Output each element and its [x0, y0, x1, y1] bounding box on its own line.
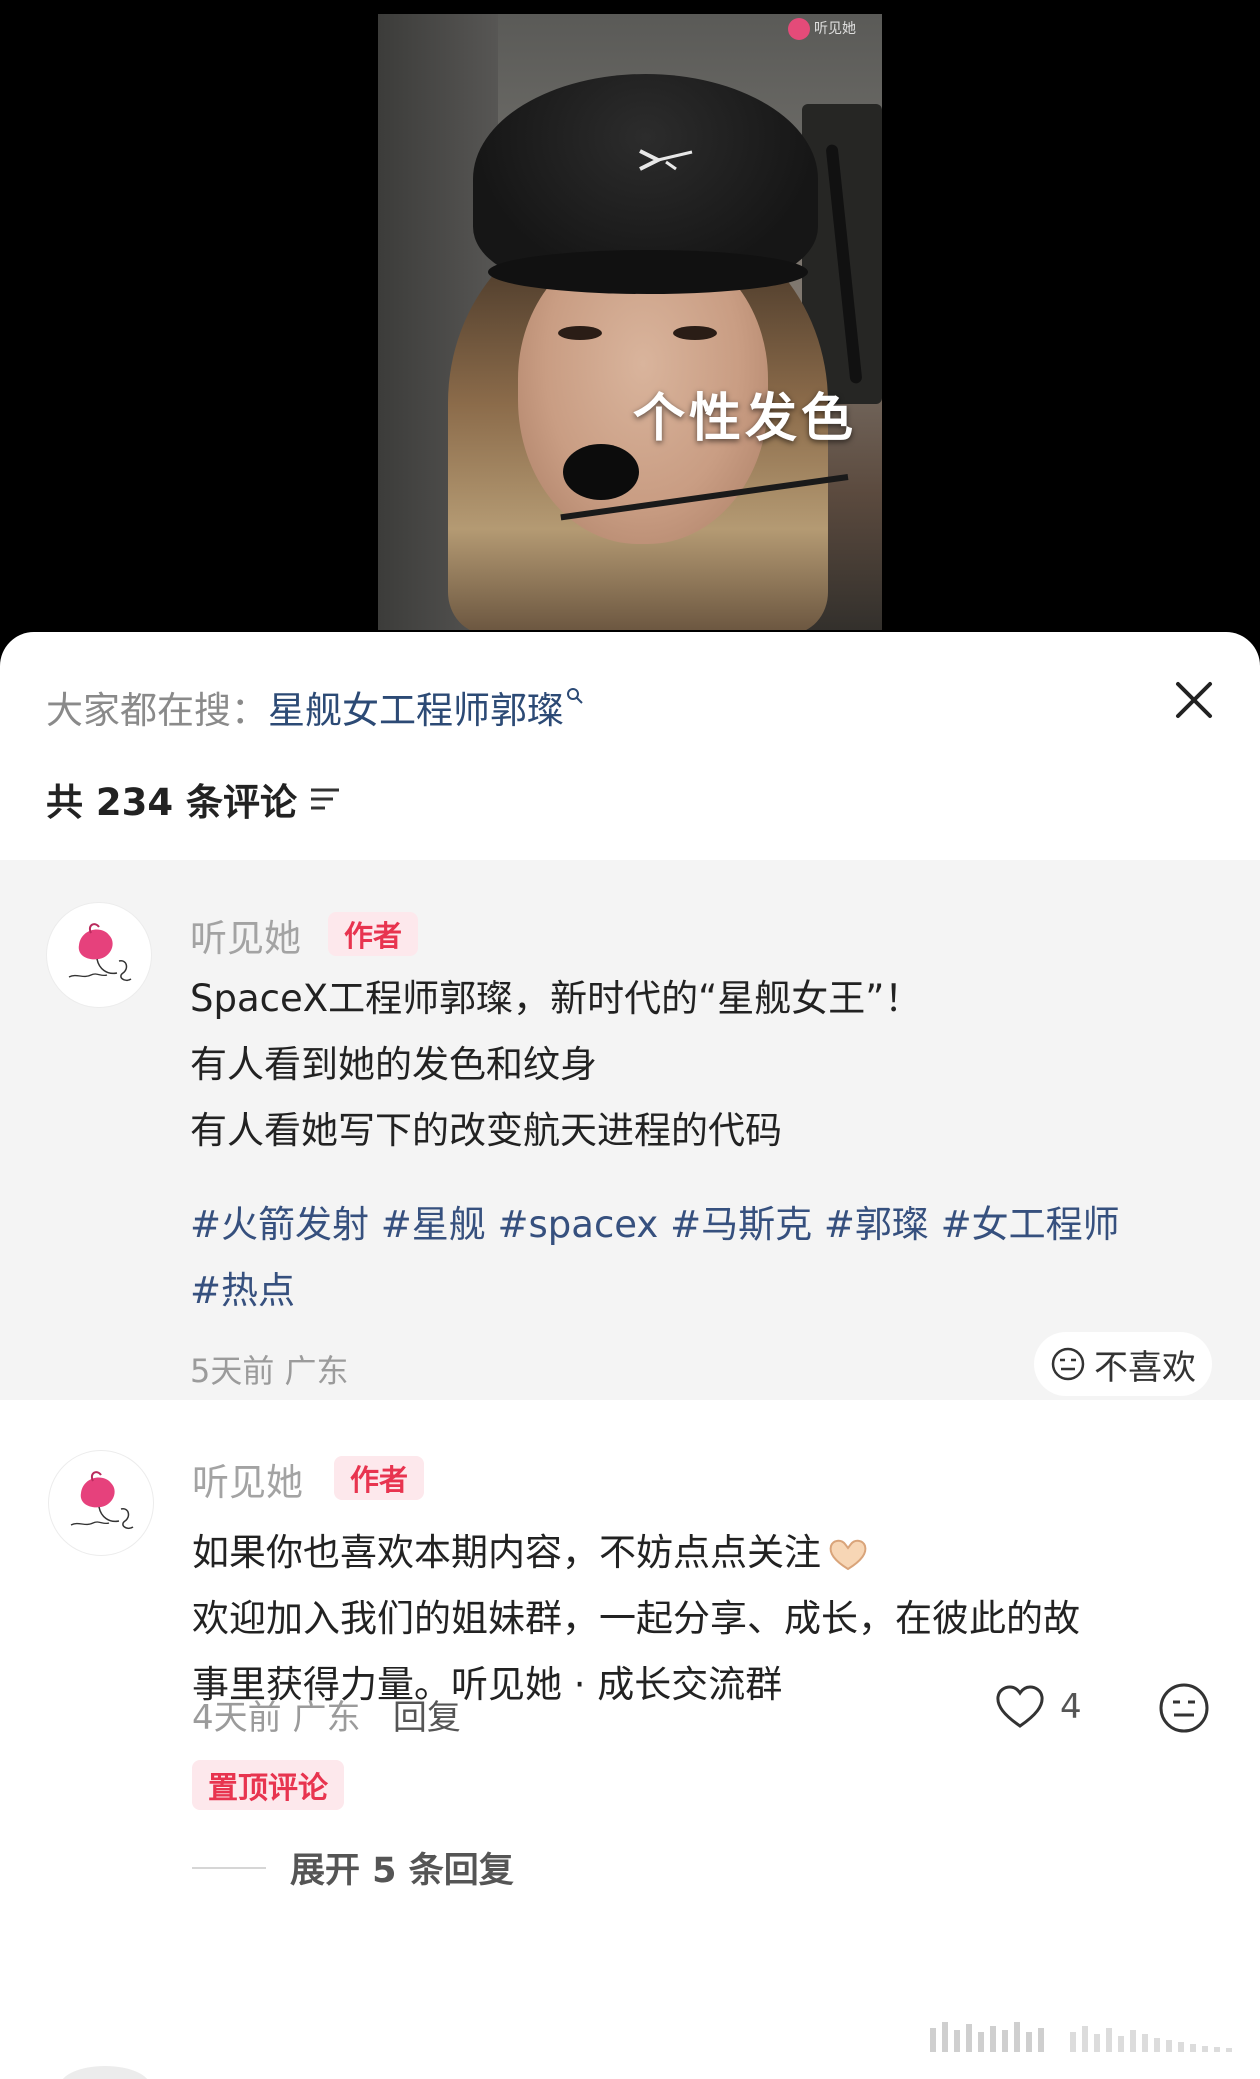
reply-button[interactable]: 回复 [393, 1698, 461, 1738]
sort-icon[interactable] [309, 784, 343, 814]
author-badge: 作者 [328, 912, 419, 956]
comment-text-line: 如果你也喜欢本期内容，不妨点点关注 [192, 1522, 871, 1576]
post-text-line: 有人看到她的发色和纹身 [190, 1043, 597, 1086]
post-meta: 5天前 广东 [190, 1346, 349, 1392]
video-subject-eye [673, 326, 717, 340]
rose-logo-icon [70, 1471, 134, 1530]
video-subject-eye [558, 326, 602, 340]
comment-text: 如果你也喜欢本期内容，不妨点点关注 [192, 1531, 821, 1574]
comment-location: 广东 [292, 1698, 361, 1738]
avatar[interactable] [46, 902, 152, 1008]
heart-hands-emoji [829, 1539, 867, 1570]
expand-replies-button[interactable]: 展开 5 条回复 [192, 1842, 514, 1893]
avatar[interactable] [48, 1450, 154, 1556]
pinned-comment: 听见她 作者 如果你也喜欢本期内容，不妨点点关注 欢迎加入我们的姐妹群，一起分享… [0, 1432, 1260, 2072]
like-button[interactable]: 4 [994, 1684, 1082, 1730]
post-hashtags[interactable]: #热点 [190, 1260, 295, 1314]
post-hashtags[interactable]: #火箭发射 #星舰 #spacex #马斯克 #郭璨 #女工程师 [190, 1194, 1120, 1248]
comments-sheet: 大家都在搜： 星舰女工程师郭璨 共 234 条评论 听见她 作者 SpaceX工… [0, 632, 1260, 2079]
post-text-line: 有人看她写下的改变航天进程的代码 [190, 1109, 782, 1152]
post-text-line: SpaceX工程师郭璨，新时代的“星舰女王”！ [190, 977, 922, 1020]
comment-time: 4天前 [192, 1698, 282, 1738]
comment-text-line: 欢迎加入我们的姐妹群，一起分享、成长，在彼此的故 [192, 1597, 1080, 1640]
author-post: 听见她 作者 SpaceX工程师郭璨，新时代的“星舰女王”！ 有人看到她的发色和… [0, 860, 1260, 1400]
heart-icon [996, 1685, 1044, 1728]
dislike-face-icon [1051, 1347, 1085, 1381]
video-area: 个性发色 听见她 [0, 0, 1260, 660]
trending-search-prefix: 大家都在搜： [46, 689, 268, 732]
video-player[interactable]: 个性发色 听见她 [378, 14, 882, 630]
trending-search[interactable]: 大家都在搜： 星舰女工程师郭璨 [46, 682, 584, 732]
bottom-watermark [930, 2022, 1232, 2052]
search-icon [567, 688, 583, 704]
comment-count-header[interactable]: 共 234 条评论 [46, 772, 343, 826]
rose-logo-icon [68, 923, 132, 982]
post-time: 5天前 [190, 1352, 275, 1390]
spacex-logo [639, 149, 693, 171]
close-icon [1176, 682, 1212, 718]
watermark-text: 听见她 [814, 21, 856, 37]
watermark-logo-icon [788, 18, 810, 40]
expand-replies-label: 展开 5 条回复 [290, 1851, 514, 1891]
video-subject-mic [563, 444, 639, 500]
comment-meta: 4天前 广东 回复 [192, 1690, 461, 1739]
dislike-face-icon[interactable] [1158, 1682, 1210, 1734]
close-button[interactable] [1166, 672, 1222, 728]
video-subject-cap-brim [488, 250, 808, 294]
dislike-label: 不喜欢 [1094, 1347, 1196, 1388]
divider [192, 1866, 266, 1869]
like-count: 4 [1060, 1687, 1082, 1727]
post-location: 广东 [284, 1352, 349, 1390]
video-caption: 个性发色 [633, 388, 858, 449]
comment-count: 共 234 条评论 [46, 781, 297, 824]
pinned-comment-badge: 置顶评论 [192, 1760, 344, 1810]
dislike-button[interactable]: 不喜欢 [1034, 1332, 1212, 1396]
post-author-name[interactable]: 听见她 [190, 908, 301, 962]
author-badge: 作者 [334, 1456, 425, 1500]
comment-author-name[interactable]: 听见她 [192, 1452, 303, 1506]
video-watermark: 听见她 [788, 18, 856, 40]
trending-search-term[interactable]: 星舰女工程师郭璨 [268, 680, 564, 734]
